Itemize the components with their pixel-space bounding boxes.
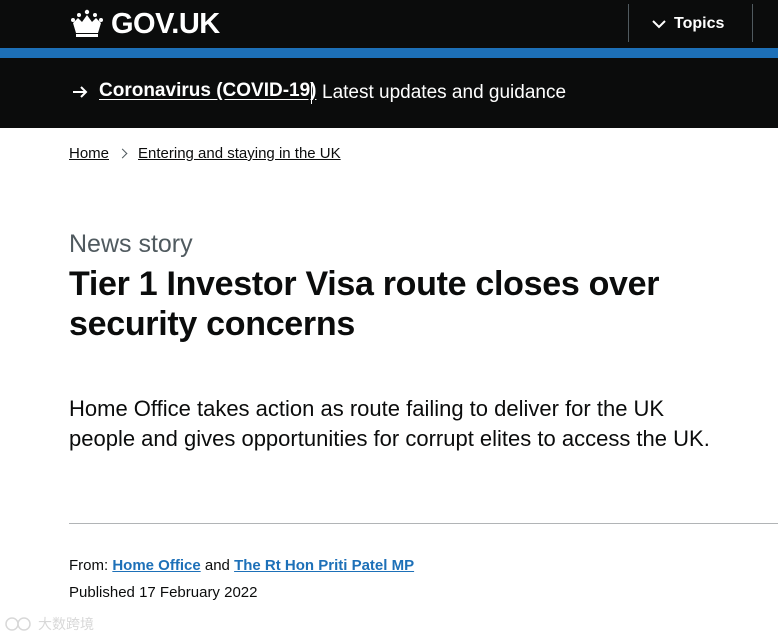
covid-link[interactable]: Coronavirus (COVID-19) <box>99 80 316 102</box>
from-label: From: <box>69 557 109 574</box>
breadcrumb: Home Entering and staying in the UK <box>69 145 341 162</box>
govuk-logo-link[interactable]: GOV.UK <box>69 7 220 41</box>
section-divider <box>69 523 778 524</box>
from-org-link[interactable]: Home Office <box>112 557 200 574</box>
published-line: Published 17 February 2022 <box>69 584 257 601</box>
breadcrumb-home[interactable]: Home <box>69 145 109 162</box>
topics-label: Topics <box>674 15 725 32</box>
lead-paragraph: Home Office takes action as route failin… <box>69 396 710 451</box>
watermark: 大数跨境 <box>4 614 94 634</box>
topics-menu-button[interactable]: Topics <box>652 12 724 36</box>
published-label: Published <box>69 584 135 601</box>
topics-divider <box>628 4 629 42</box>
covid-description: Latest updates and guidance <box>322 82 567 103</box>
header-blue-bar <box>0 48 778 58</box>
watermark-text: 大数跨境 <box>38 616 94 632</box>
site-header: GOV.UK Topics <box>0 0 778 48</box>
logo-text: GOV.UK <box>111 7 220 40</box>
from-person-link[interactable]: The Rt Hon Priti Patel MP <box>234 557 414 574</box>
chevron-right-icon <box>117 148 128 159</box>
arrow-right-icon <box>73 86 88 98</box>
watermark-logo-icon <box>5 617 31 631</box>
from-line: From: Home Office and The Rt Hon Priti P… <box>69 557 414 574</box>
breadcrumb-entering-staying[interactable]: Entering and staying in the UK <box>138 145 341 162</box>
chevron-down-icon <box>652 20 666 29</box>
topics-divider <box>752 4 753 42</box>
covid-separator <box>311 82 312 104</box>
page-title: Tier 1 Investor Visa route closes over s… <box>69 265 660 343</box>
crown-icon <box>71 9 103 37</box>
published-date: 17 February 2022 <box>139 584 258 601</box>
from-and-text: and <box>204 557 230 574</box>
page-caption: News story <box>69 230 193 258</box>
covid-banner: Coronavirus (COVID-19) Latest updates an… <box>0 58 778 128</box>
